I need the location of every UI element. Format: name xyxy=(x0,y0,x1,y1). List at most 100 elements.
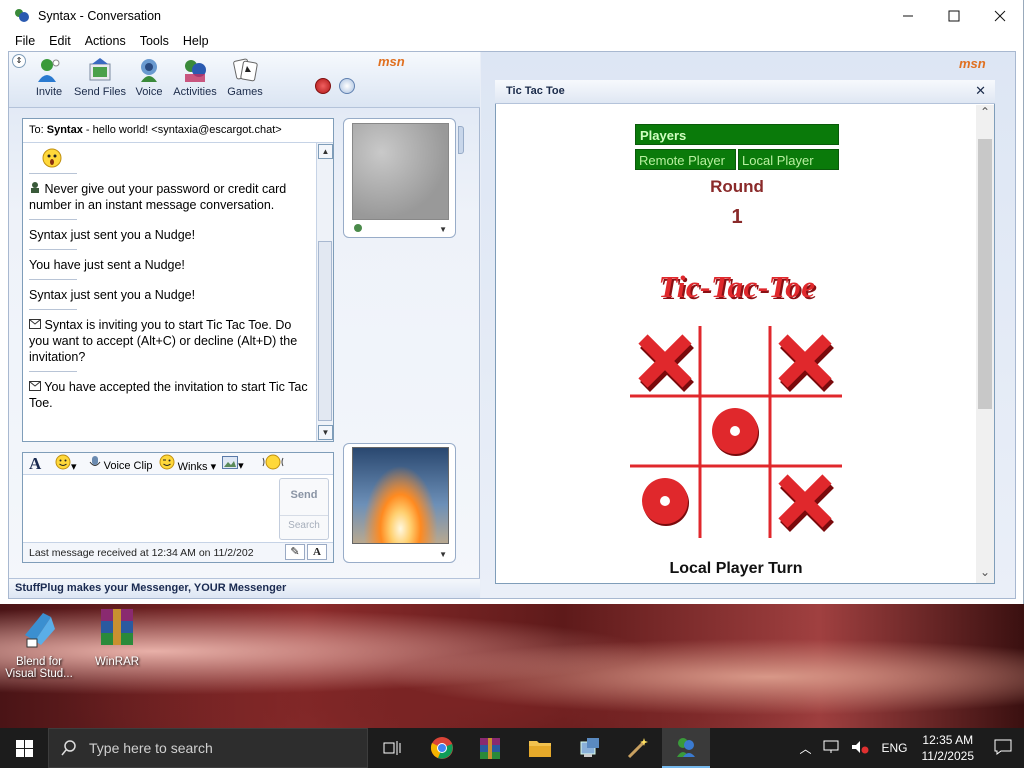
activity-pane: msn Tic Tac Toe ✕ Players Remote Player … xyxy=(481,52,1015,598)
display-picture-button[interactable] xyxy=(339,78,355,94)
message-separator xyxy=(29,279,77,280)
last-message-status: Last message received at 12:34 AM on 11/… xyxy=(29,547,254,559)
conversation-history: To: Syntax - hello world! <syntaxia@esca… xyxy=(22,118,334,442)
board-cell-6[interactable] xyxy=(633,469,697,533)
chrome-icon xyxy=(430,737,453,759)
history-scrollbar[interactable]: ▲ ▼ xyxy=(316,143,333,441)
nudge-icon xyxy=(262,454,284,470)
send-box: Send Search xyxy=(279,478,329,540)
scroll-up-icon[interactable]: ⌃ xyxy=(976,105,994,123)
emoticon-button[interactable]: ▾ xyxy=(55,454,77,473)
show-hidden-icons-icon[interactable]: ︿ xyxy=(793,740,817,757)
desktop-icon-blend[interactable]: Blend for Visual Stud... xyxy=(4,605,74,680)
board-cell-3[interactable] xyxy=(633,399,697,463)
network-app-button[interactable] xyxy=(566,728,614,768)
menu-edit[interactable]: Edit xyxy=(42,34,78,48)
voice-label: Voice xyxy=(135,86,163,98)
close-icon xyxy=(994,10,1006,21)
background-button[interactable]: ▾ xyxy=(222,455,244,472)
type-icon[interactable]: A xyxy=(307,544,327,560)
msn-messenger-taskbar-button[interactable] xyxy=(662,728,710,768)
close-button[interactable] xyxy=(977,0,1023,31)
microphone-icon xyxy=(89,456,100,466)
stuffplug-banner[interactable]: StuffPlug makes your Messenger, YOUR Mes… xyxy=(9,578,480,598)
game-scrollbar[interactable]: ⌃ ⌄ xyxy=(976,105,994,583)
round-label: Round xyxy=(710,177,764,196)
scroll-thumb[interactable] xyxy=(318,241,332,421)
board-cell-8[interactable] xyxy=(773,469,837,533)
turn-indicator: Local Player Turn xyxy=(669,560,803,577)
contact-name[interactable]: Syntax xyxy=(47,124,83,136)
scroll-down-icon[interactable]: ⌄ xyxy=(976,565,994,583)
compose-area: A ▾ Voice Clip Winks ▾ ▾ Send Search Las… xyxy=(22,452,334,563)
taskbar: Type here to search ︿ ENG 12:35 AM 11/2/… xyxy=(0,728,1024,768)
send-files-icon xyxy=(89,58,111,81)
font-icon[interactable]: A xyxy=(29,454,49,474)
nudge-button[interactable] xyxy=(262,454,284,473)
chrome-button[interactable] xyxy=(418,728,466,768)
title-bar[interactable]: Syntax - Conversation xyxy=(0,0,1023,31)
board-cell-7[interactable] xyxy=(703,469,767,533)
maximize-button[interactable] xyxy=(931,0,977,31)
volume-muted-icon[interactable] xyxy=(845,740,875,757)
notifications-icon[interactable] xyxy=(982,739,1024,758)
menu-file[interactable]: File xyxy=(8,34,42,48)
handwriting-icon[interactable]: ✎ xyxy=(285,544,305,560)
file-explorer-button[interactable] xyxy=(516,728,564,768)
network-icon[interactable] xyxy=(817,740,845,757)
board-cell-0[interactable] xyxy=(633,329,697,393)
games-button[interactable]: Games xyxy=(217,56,273,98)
my-display-picture[interactable]: ▼ xyxy=(343,443,456,563)
message-separator xyxy=(29,309,77,310)
chevron-down-icon[interactable]: ▼ xyxy=(439,550,447,559)
magic-wand-icon xyxy=(627,738,648,759)
message-item: Never give out your password or credit c… xyxy=(29,182,287,212)
magic-wand-button[interactable] xyxy=(614,728,662,768)
block-button[interactable] xyxy=(315,78,331,94)
desktop-icon-label: WinRAR xyxy=(94,656,140,668)
my-picture xyxy=(352,447,449,544)
task-view-button[interactable] xyxy=(368,728,416,768)
menu-tools[interactable]: Tools xyxy=(133,34,176,48)
close-game-icon[interactable]: ✕ xyxy=(975,83,986,99)
taskbar-search[interactable]: Type here to search xyxy=(48,728,368,768)
scroll-thumb[interactable] xyxy=(978,139,992,409)
contact-picture xyxy=(352,123,449,220)
desktop-icon-winrar[interactable]: WinRAR xyxy=(82,605,152,668)
search-icon xyxy=(61,740,76,756)
windows-logo-icon xyxy=(15,739,33,757)
clock[interactable]: 12:35 AM 11/2/2025 xyxy=(914,732,983,764)
security-icon xyxy=(31,182,39,193)
board-cell-2[interactable] xyxy=(773,329,837,393)
board-cell-4[interactable] xyxy=(703,399,767,463)
winks-button[interactable]: Winks ▾ xyxy=(159,454,216,473)
language-indicator[interactable]: ENG xyxy=(875,741,913,755)
conversation-window: Syntax - Conversation File Edit Actions … xyxy=(0,0,1024,604)
winrar-taskbar-button[interactable] xyxy=(466,728,514,768)
send-button[interactable]: Send xyxy=(280,489,328,501)
search-button[interactable]: Search xyxy=(280,515,328,531)
chevron-down-icon[interactable]: ▼ xyxy=(439,225,447,234)
start-button[interactable] xyxy=(0,728,48,768)
menu-help[interactable]: Help xyxy=(176,34,216,48)
activities-icon xyxy=(185,60,206,82)
invite-button[interactable]: Invite xyxy=(21,56,77,98)
board-cell-5[interactable] xyxy=(773,399,837,463)
clock-date: 11/2/2025 xyxy=(921,749,975,763)
send-files-button[interactable]: Send Files xyxy=(72,56,128,98)
invite-icon xyxy=(38,59,60,82)
board-cell-1[interactable] xyxy=(703,329,767,393)
collapse-handle[interactable] xyxy=(458,126,464,154)
menu-bar: File Edit Actions Tools Help xyxy=(0,31,1023,51)
game-board[interactable] xyxy=(630,326,842,538)
to-line: To: Syntax - hello world! <syntaxia@esca… xyxy=(23,119,333,143)
desktop-icon-label: Blend for Visual Stud... xyxy=(5,656,73,680)
voice-clip-button[interactable]: Voice Clip xyxy=(89,455,153,472)
minimize-button[interactable] xyxy=(885,0,931,31)
contact-display-picture[interactable]: ▼ xyxy=(343,118,456,238)
scroll-down-icon[interactable]: ▼ xyxy=(318,425,333,440)
message-item: Syntax just sent you a Nudge! xyxy=(29,228,196,242)
menu-actions[interactable]: Actions xyxy=(78,34,133,48)
scroll-up-icon[interactable]: ▲ xyxy=(318,144,333,159)
activities-button[interactable]: Activities xyxy=(167,56,223,98)
